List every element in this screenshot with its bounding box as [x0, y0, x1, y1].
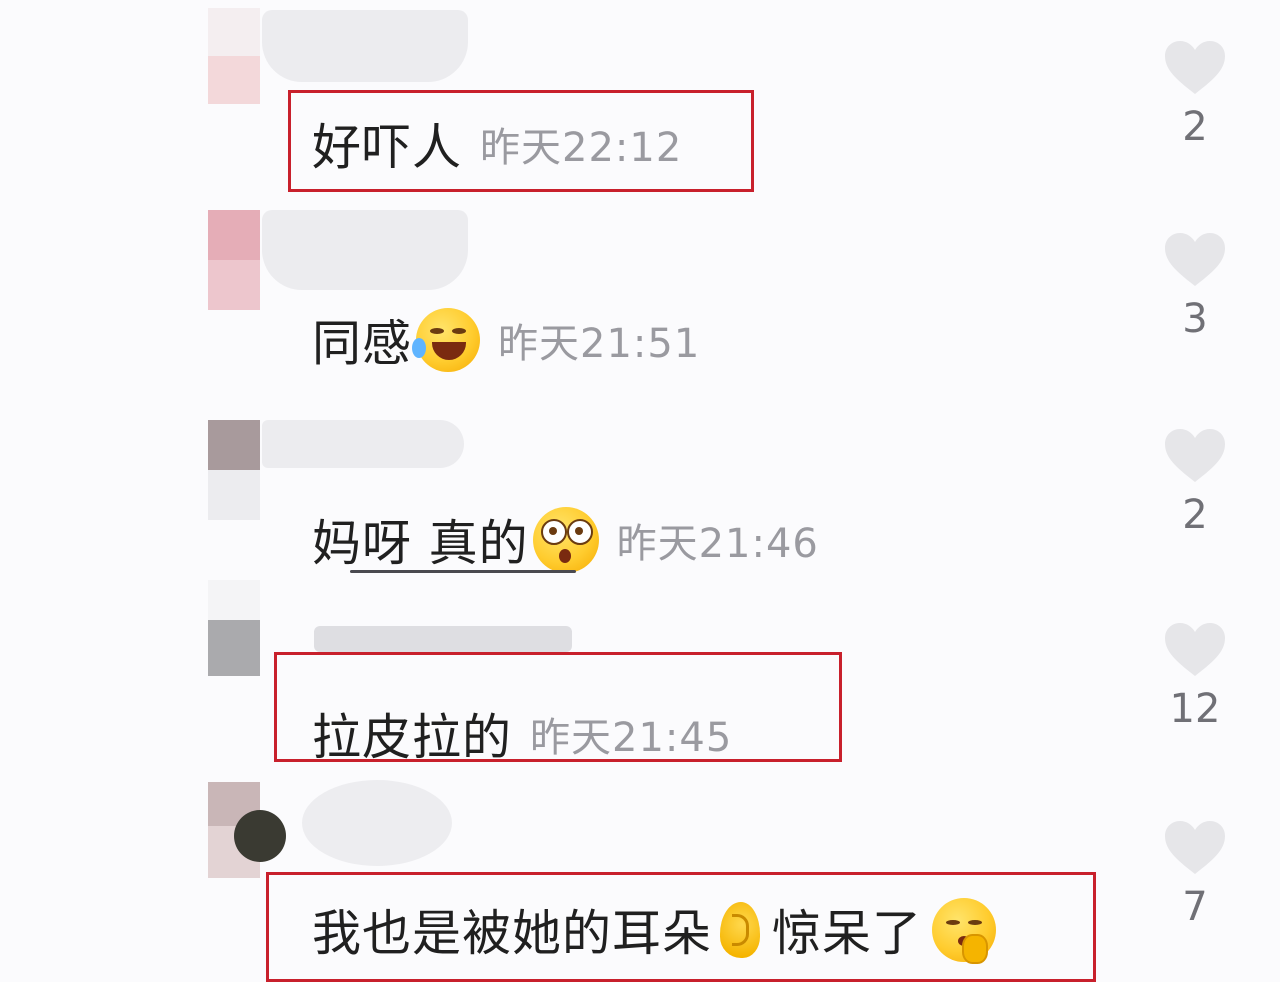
username-blurred — [262, 210, 468, 290]
username-blurred — [262, 10, 468, 82]
heart-icon — [1165, 429, 1225, 482]
like-count: 12 — [1169, 686, 1221, 732]
shocked-face-emoji — [532, 506, 599, 573]
comment-item: 我也是被她的耳朵 惊呆了 7 — [0, 770, 1280, 982]
avatar[interactable] — [208, 580, 260, 680]
comment-timestamp: 昨天21:45 — [530, 714, 733, 761]
comment-timestamp: 昨天21:51 — [498, 320, 701, 367]
comment-text: 拉皮拉的 — [312, 709, 513, 766]
avatar[interactable] — [208, 420, 260, 520]
comment-item: 好吓人 昨天22:12 2 — [0, 0, 1280, 200]
comment-item: 拉皮拉的 昨天21:45 12 — [0, 580, 1280, 770]
comment-line: 妈呀 真的 昨天21:46 — [312, 504, 819, 575]
comment-text: 妈呀 真的 — [312, 515, 529, 572]
comment-line: 拉皮拉的 昨天21:45 — [312, 698, 732, 769]
username-blurred — [314, 626, 572, 652]
like-button[interactable]: 3 — [1160, 232, 1230, 342]
shushing-face-emoji — [932, 897, 997, 964]
comment-text: 同感 — [312, 315, 413, 372]
username-blurred — [262, 420, 464, 468]
like-button[interactable]: 2 — [1160, 428, 1230, 538]
like-button[interactable]: 7 — [1160, 820, 1230, 930]
laughing-crying-emoji — [412, 307, 481, 372]
heart-icon — [1165, 821, 1225, 874]
comment-line: 我也是被她的耳朵 惊呆了 — [312, 894, 997, 965]
comment-text: 我也是被她的耳朵 — [312, 905, 713, 962]
comment-line: 同感 昨天21:51 — [312, 304, 700, 375]
like-count: 2 — [1182, 104, 1208, 150]
avatar-badge — [234, 810, 286, 862]
like-count: 2 — [1182, 492, 1208, 538]
like-button[interactable]: 2 — [1160, 40, 1230, 150]
like-button[interactable]: 12 — [1160, 622, 1230, 732]
like-count: 7 — [1182, 884, 1208, 930]
comment-timestamp: 昨天21:46 — [616, 520, 819, 567]
username-blurred — [302, 780, 452, 866]
comment-text: 好吓人 — [312, 119, 463, 176]
comment-timestamp: 昨天22:12 — [480, 124, 683, 171]
like-count: 3 — [1182, 296, 1208, 342]
comment-line: 好吓人 昨天22:12 — [312, 108, 682, 179]
avatar[interactable] — [208, 8, 260, 104]
avatar[interactable] — [208, 210, 260, 310]
text-underline — [350, 570, 576, 573]
comment-text-after: 惊呆了 — [772, 905, 923, 962]
comment-item: 妈呀 真的 昨天21:46 2 — [0, 400, 1280, 580]
heart-icon — [1165, 233, 1225, 286]
heart-icon — [1165, 41, 1225, 94]
ear-icon — [720, 901, 761, 958]
heart-icon — [1165, 623, 1225, 676]
comment-item: 同感 昨天21:51 3 — [0, 200, 1280, 400]
